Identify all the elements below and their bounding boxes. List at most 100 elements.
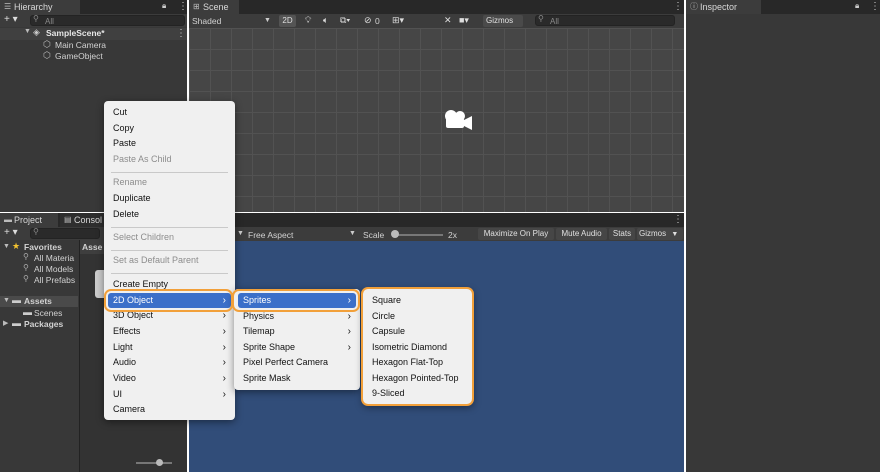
gizmos-dropdown[interactable]: Gizmos <box>483 15 523 27</box>
favorite-item[interactable]: All Prefabs <box>34 275 75 285</box>
project-search-input[interactable] <box>30 228 100 239</box>
search-icon: ⚲ <box>33 14 39 23</box>
lock-icon[interactable]: 🔒︎ <box>855 1 859 11</box>
search-icon: ⚲ <box>23 263 29 272</box>
submenu-item-tilemap[interactable]: Tilemap › <box>234 324 360 339</box>
game-more-icon[interactable]: ⋮ <box>673 214 683 225</box>
grid-snap-icon[interactable]: ⊞▾ <box>392 15 404 26</box>
search-icon: ⚲ <box>538 14 544 23</box>
tab-project[interactable]: ▬ Project <box>0 213 58 227</box>
shading-dropdown[interactable]: Shaded <box>192 16 221 26</box>
menu-item-ui[interactable]: UI › <box>104 387 235 402</box>
zoom-slider-thumb[interactable] <box>156 459 163 466</box>
tab-scene-label: Scene <box>203 2 229 12</box>
favorites-label[interactable]: Favorites <box>24 242 62 252</box>
2d-toggle-button[interactable]: 2D <box>279 15 296 27</box>
more-icon[interactable]: ⋮ <box>870 1 880 12</box>
console-icon: ▤ <box>64 215 72 224</box>
menu-item-duplicate[interactable]: Duplicate <box>104 191 235 206</box>
favorite-item[interactable]: All Materia <box>34 253 74 263</box>
camera-icon[interactable]: ■▾ <box>459 15 469 26</box>
mute-audio-button[interactable]: Mute Audio <box>556 228 607 240</box>
camera-gizmo-icon[interactable] <box>442 107 474 133</box>
menu-item-cut[interactable]: Cut <box>104 105 235 120</box>
tab-hierarchy-label: Hierarchy <box>14 2 53 12</box>
add-button[interactable]: + ▾ <box>4 14 18 25</box>
menu-item-camera[interactable]: Camera <box>104 402 235 417</box>
chevron-down-icon[interactable]: ▼ <box>3 243 10 250</box>
lock-icon[interactable]: 🔒︎ <box>162 1 166 11</box>
scale-slider-track[interactable] <box>393 234 443 236</box>
search-icon: ⚲ <box>23 252 29 261</box>
menu-item-delete[interactable]: Delete <box>104 207 235 222</box>
assets-header-label: Asse <box>82 242 103 252</box>
menu-item-light[interactable]: Light › <box>104 340 235 355</box>
chevron-right-icon: › <box>222 342 226 353</box>
more-icon[interactable]: ⋮ <box>178 1 188 12</box>
menu-item-audio[interactable]: Audio › <box>104 355 235 370</box>
lightbulb-icon[interactable]: 💡︎ <box>305 15 311 26</box>
menu-item-video[interactable]: Video › <box>104 371 235 386</box>
project-add-button[interactable]: + ▾ <box>4 227 18 238</box>
visibility-icon[interactable]: ⊘ <box>364 15 372 26</box>
game-gizmos-button[interactable]: Gizmos ▼ <box>637 228 683 240</box>
effects-icon[interactable]: ⧉▾ <box>340 15 350 26</box>
list-icon: ☰ <box>4 2 12 11</box>
stats-label: Stats <box>612 229 632 238</box>
info-icon: ⓘ <box>690 2 698 11</box>
game-gizmos-label: Gizmos <box>639 229 667 238</box>
folder-icon: ▬ <box>4 215 12 224</box>
chevron-down-icon[interactable]: ▼ <box>3 297 10 304</box>
scene-search-input[interactable]: All <box>535 15 675 26</box>
scene-more-icon[interactable]: ⋮ <box>673 1 683 12</box>
scene-more-icon[interactable]: ⋮ <box>176 28 186 39</box>
hierarchy-item[interactable]: ⬡ Main Camera <box>0 39 187 51</box>
menu-item-paste[interactable]: Paste <box>104 136 235 151</box>
menu-separator <box>111 273 228 274</box>
hierarchy-search-input[interactable]: All <box>30 15 185 26</box>
submenu-item-pixel-perfect-camera[interactable]: Pixel Perfect Camera <box>234 355 360 370</box>
menu-item-paste-as-child: Paste As Child <box>113 154 172 164</box>
assets-row[interactable]: ▼ ▬ Assets <box>0 295 78 307</box>
menu-item-select-children: Select Children <box>113 232 175 242</box>
hierarchy-item[interactable]: ⬡ GameObject <box>0 50 187 62</box>
tab-scene[interactable]: ⊞ Scene <box>189 0 239 14</box>
chevron-right-icon: › <box>347 342 351 353</box>
tab-console[interactable]: ▤ Consol <box>60 213 110 227</box>
hierarchy-item-label: GameObject <box>55 51 103 61</box>
folder-icon: ▬ <box>23 307 32 317</box>
chevron-right-icon[interactable]: ▶ <box>3 319 8 327</box>
asset-folder[interactable]: Scenes <box>34 308 62 318</box>
folder-icon: ▬ <box>12 318 21 328</box>
audio-icon[interactable]: 🔈︎ <box>323 15 328 26</box>
maximize-on-play-button[interactable]: Maximize On Play <box>478 228 554 240</box>
menu-item-label: Audio <box>113 357 137 367</box>
tab-inspector-label: Inspector <box>700 2 738 12</box>
aspect-dropdown[interactable]: Free Aspect <box>248 230 293 240</box>
chevron-right-icon: › <box>222 389 226 400</box>
tab-hierarchy[interactable]: ☰ Hierarchy <box>0 0 80 14</box>
packages-label[interactable]: Packages <box>24 319 63 329</box>
unity-scene-icon: ◈ <box>33 27 40 37</box>
menu-separator <box>111 172 228 173</box>
zoom-slider-track[interactable] <box>136 462 172 464</box>
highlight-2d-object <box>104 289 233 312</box>
menu-item-label: Effects <box>113 326 141 336</box>
submenu-item-sprite-shape[interactable]: Sprite Shape › <box>234 340 360 355</box>
tab-inspector[interactable]: ⓘ Inspector <box>686 0 761 14</box>
submenu-item-label: Tilemap <box>243 326 275 336</box>
scale-slider-thumb[interactable] <box>391 230 399 238</box>
game-tabbar <box>189 213 684 227</box>
chevron-right-icon: › <box>222 373 226 384</box>
favorite-item[interactable]: All Models <box>34 264 73 274</box>
scene-row[interactable]: ▼ ◈ SampleScene* ⋮ <box>0 27 187 40</box>
stats-button[interactable]: Stats <box>609 228 635 240</box>
menu-item-copy[interactable]: Copy <box>104 121 235 136</box>
scale-label: Scale <box>363 230 385 240</box>
chevron-down-icon: ▼ <box>237 230 244 237</box>
menu-item-effects[interactable]: Effects › <box>104 324 235 339</box>
submenu-item-sprite-mask[interactable]: Sprite Mask <box>234 371 360 386</box>
scale-value: 2x <box>448 230 457 240</box>
chevron-down-icon[interactable]: ▼ <box>24 28 31 35</box>
tools-icon[interactable]: ✕ <box>444 15 452 26</box>
